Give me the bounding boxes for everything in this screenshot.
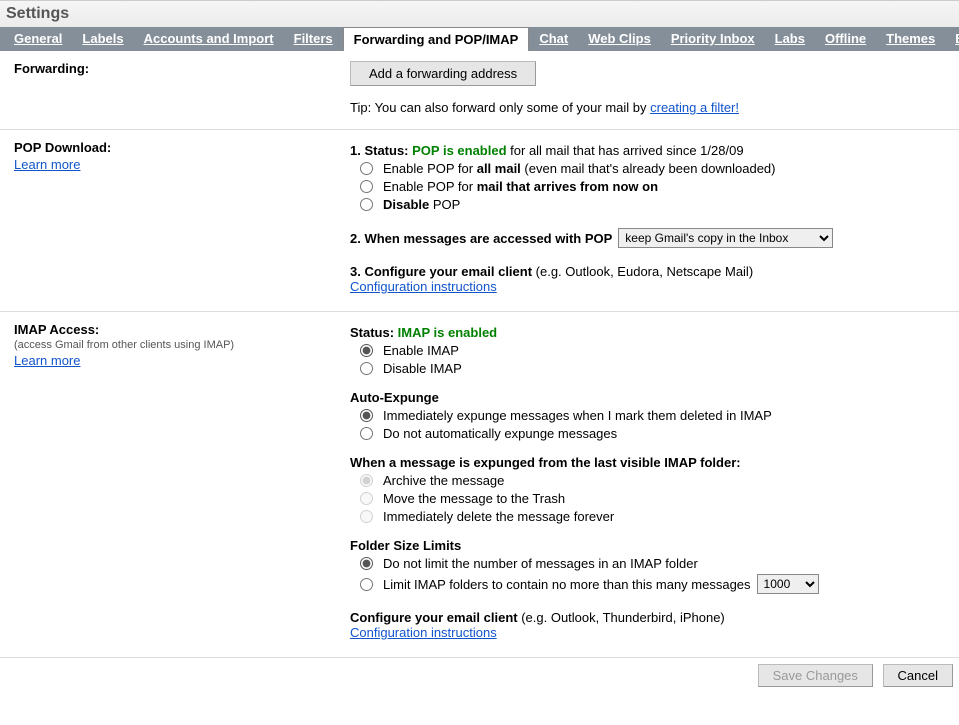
forwarding-label: Forwarding: (14, 61, 350, 76)
page-title: Settings (0, 0, 959, 27)
imap-section: IMAP Access: (access Gmail from other cl… (0, 312, 959, 657)
fs-limit-radio[interactable] (360, 578, 373, 591)
pop-enable-new-label: Enable POP for mail that arrives from no… (383, 179, 658, 194)
imap-enable-radio[interactable] (360, 344, 373, 357)
creating-filter-link[interactable]: creating a filter! (650, 100, 739, 115)
forwarding-tip: Tip: You can also forward only some of y… (350, 100, 949, 115)
tabs-bar: GeneralLabelsAccounts and ImportFiltersF… (0, 27, 959, 51)
pop-enable-new-radio[interactable] (360, 180, 373, 193)
ex-archive-label: Archive the message (383, 473, 504, 488)
imap-learn-more-link[interactable]: Learn more (14, 353, 80, 368)
save-changes-button[interactable]: Save Changes (758, 664, 873, 687)
ex-delete-label: Immediately delete the message forever (383, 509, 614, 524)
cancel-button[interactable]: Cancel (883, 664, 953, 687)
pop-access-select[interactable]: keep Gmail's copy in the Inbox (618, 228, 833, 248)
ae-immediate-radio[interactable] (360, 409, 373, 422)
imap-status: Status: IMAP is enabled (350, 325, 497, 340)
fs-limit-select[interactable]: 1000 (757, 574, 819, 594)
tab-chat[interactable]: Chat (529, 27, 578, 51)
auto-expunge-label: Auto-Expunge (350, 390, 949, 405)
pop-config-instructions-link[interactable]: Configuration instructions (350, 279, 497, 294)
tab-labels[interactable]: Labels (72, 27, 133, 51)
forwarding-tip-text: Tip: You can also forward only some of y… (350, 100, 650, 115)
imap-configure-label: Configure your email client (e.g. Outloo… (350, 610, 725, 625)
pop-enable-all-radio[interactable] (360, 162, 373, 175)
imap-config-instructions-link[interactable]: Configuration instructions (350, 625, 497, 640)
tab-general[interactable]: General (4, 27, 72, 51)
forwarding-section: Forwarding: Add a forwarding address Tip… (0, 51, 959, 130)
tab-themes[interactable]: Themes (876, 27, 945, 51)
tab-labs[interactable]: Labs (765, 27, 815, 51)
imap-disable-radio[interactable] (360, 362, 373, 375)
imap-enable-label: Enable IMAP (383, 343, 459, 358)
ae-noauto-label: Do not automatically expunge messages (383, 426, 617, 441)
pop-disable-radio[interactable] (360, 198, 373, 211)
settings-content: Forwarding: Add a forwarding address Tip… (0, 51, 959, 657)
expunged-label: When a message is expunged from the last… (350, 455, 949, 470)
pop-status: 1. Status: POP is enabled for all mail t… (350, 143, 744, 158)
imap-sub: (access Gmail from other clients using I… (14, 339, 350, 351)
tab-accounts-and-import[interactable]: Accounts and Import (134, 27, 284, 51)
imap-label: IMAP Access: (14, 322, 350, 337)
pop-label: POP Download: (14, 140, 350, 155)
fs-nolimit-radio[interactable] (360, 557, 373, 570)
folder-size-label: Folder Size Limits (350, 538, 949, 553)
imap-disable-label: Disable IMAP (383, 361, 462, 376)
tab-forwarding-and-pop-imap[interactable]: Forwarding and POP/IMAP (343, 27, 530, 51)
tab-priority-inbox[interactable]: Priority Inbox (661, 27, 765, 51)
footer: Save Changes Cancel (0, 657, 959, 693)
pop-learn-more-link[interactable]: Learn more (14, 157, 80, 172)
add-forwarding-button[interactable]: Add a forwarding address (350, 61, 536, 86)
ex-archive-radio[interactable] (360, 474, 373, 487)
ae-noauto-radio[interactable] (360, 427, 373, 440)
pop-disable-label: Disable POP (383, 197, 460, 212)
ex-trash-label: Move the message to the Trash (383, 491, 565, 506)
fs-nolimit-label: Do not limit the number of messages in a… (383, 556, 698, 571)
pop-configure-label: 3. Configure your email client (e.g. Out… (350, 264, 753, 279)
fs-limit-label: Limit IMAP folders to contain no more th… (383, 577, 751, 592)
tab-offline[interactable]: Offline (815, 27, 876, 51)
ex-delete-radio[interactable] (360, 510, 373, 523)
tab-web-clips[interactable]: Web Clips (578, 27, 661, 51)
pop-section: POP Download: Learn more 1. Status: POP … (0, 130, 959, 312)
ae-immediate-label: Immediately expunge messages when I mark… (383, 408, 772, 423)
pop-enable-all-label: Enable POP for all mail (even mail that'… (383, 161, 776, 176)
ex-trash-radio[interactable] (360, 492, 373, 505)
tab-filters[interactable]: Filters (284, 27, 343, 51)
pop-access-label: 2. When messages are accessed with POP (350, 231, 612, 246)
tab-buzz[interactable]: Buzz (945, 27, 959, 51)
